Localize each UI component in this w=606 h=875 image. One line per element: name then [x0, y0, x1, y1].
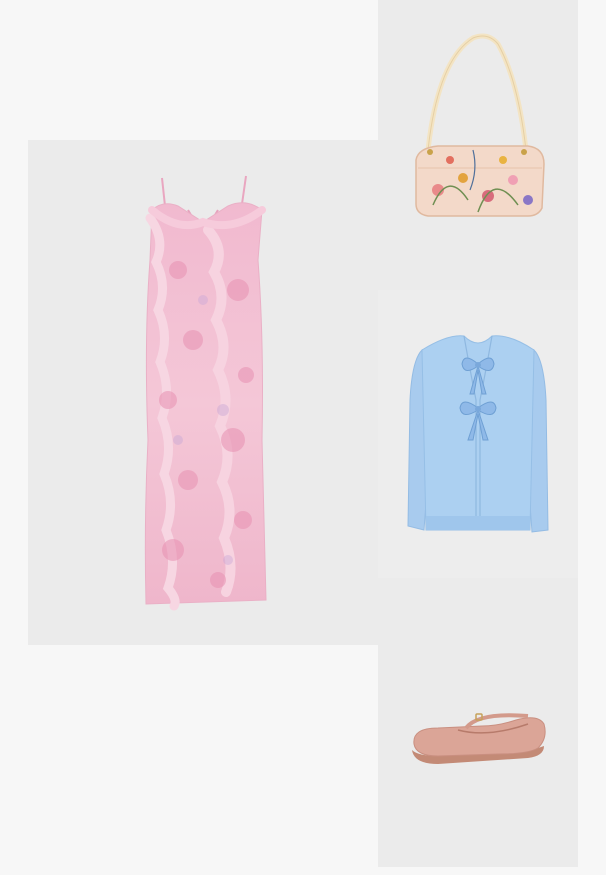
- product-tile-shoulder-bag[interactable]: [378, 0, 578, 290]
- product-tile-cardigan[interactable]: [378, 290, 578, 578]
- floral-shoulder-bag-image: [415, 33, 545, 217]
- product-tile-flats[interactable]: [378, 578, 578, 867]
- product-tile-dress[interactable]: [28, 140, 378, 645]
- blue-tie-cardigan-image: [407, 335, 549, 533]
- pink-mary-jane-flats-image: [412, 713, 546, 764]
- floral-slip-dress-image: [144, 175, 267, 611]
